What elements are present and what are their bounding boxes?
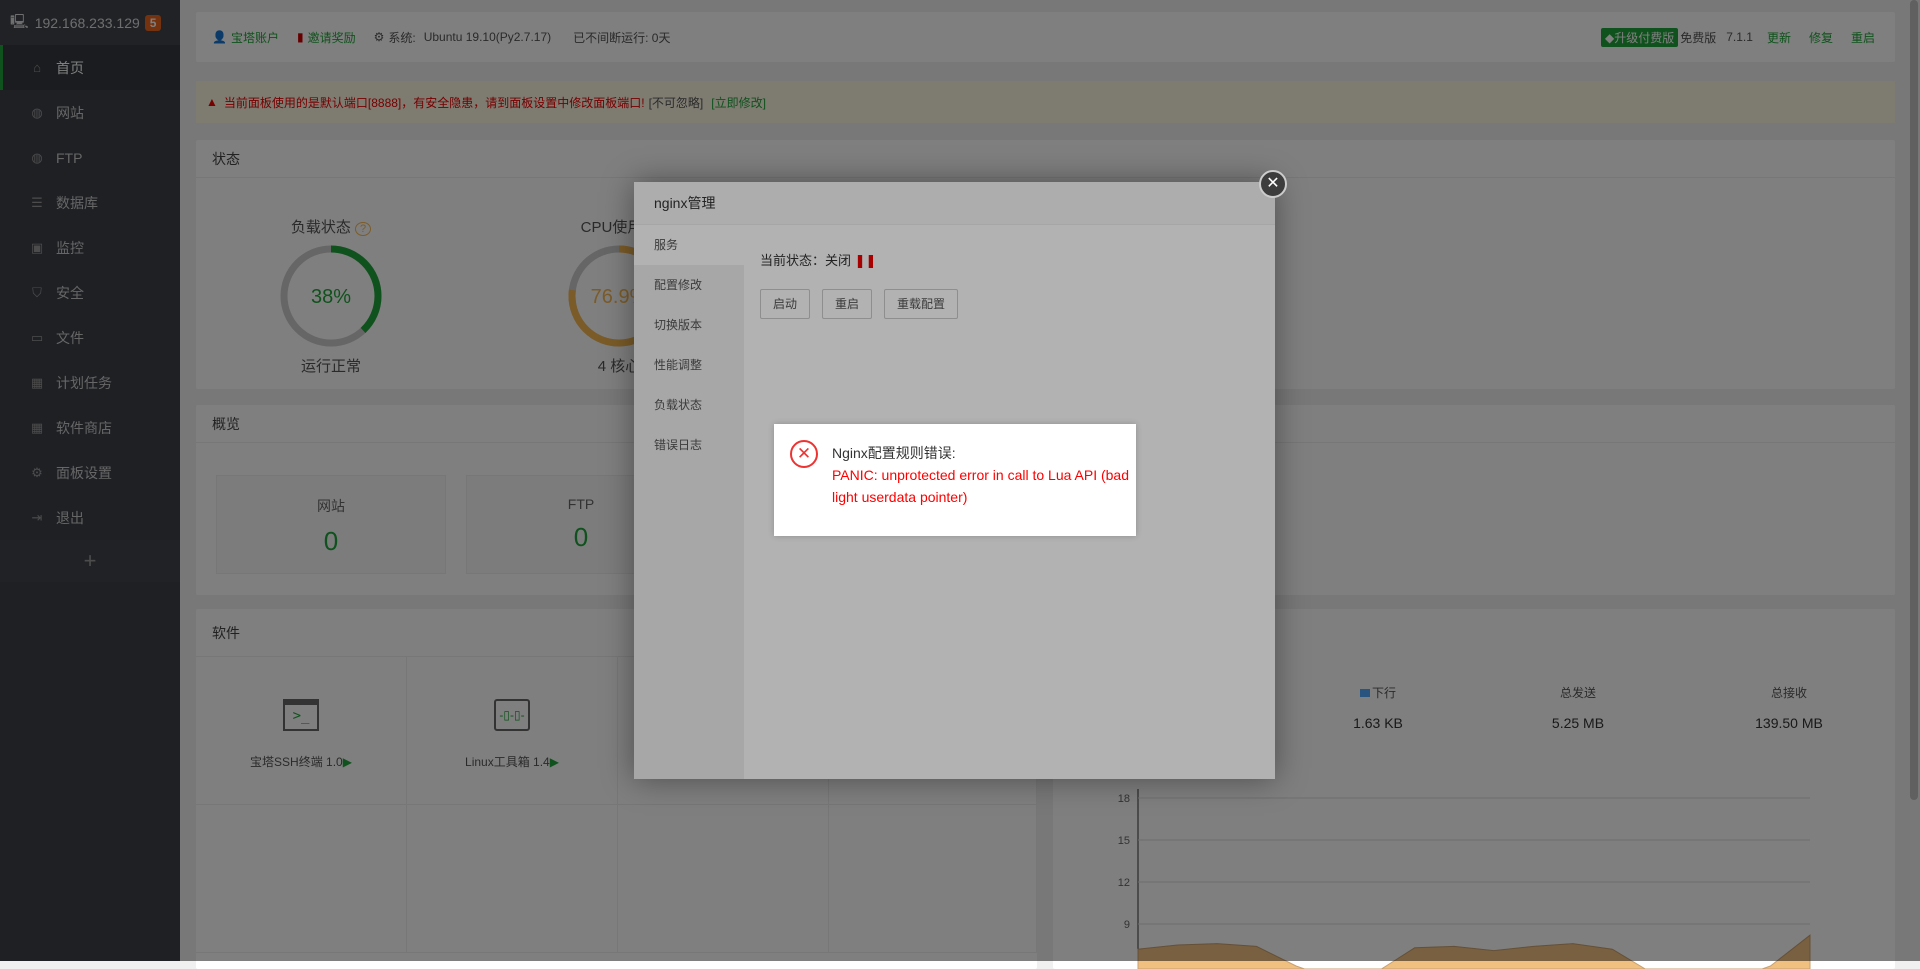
error-title: Nginx配置规则错误: [832, 445, 956, 461]
close-icon[interactable]: ✕ [1259, 170, 1287, 198]
error-message: PANIC: unprotected error in call to Lua … [832, 467, 1130, 505]
error-icon: ✕ [790, 440, 818, 468]
error-toast: ✕ Nginx配置规则错误: PANIC: unprotected error … [774, 424, 1136, 536]
